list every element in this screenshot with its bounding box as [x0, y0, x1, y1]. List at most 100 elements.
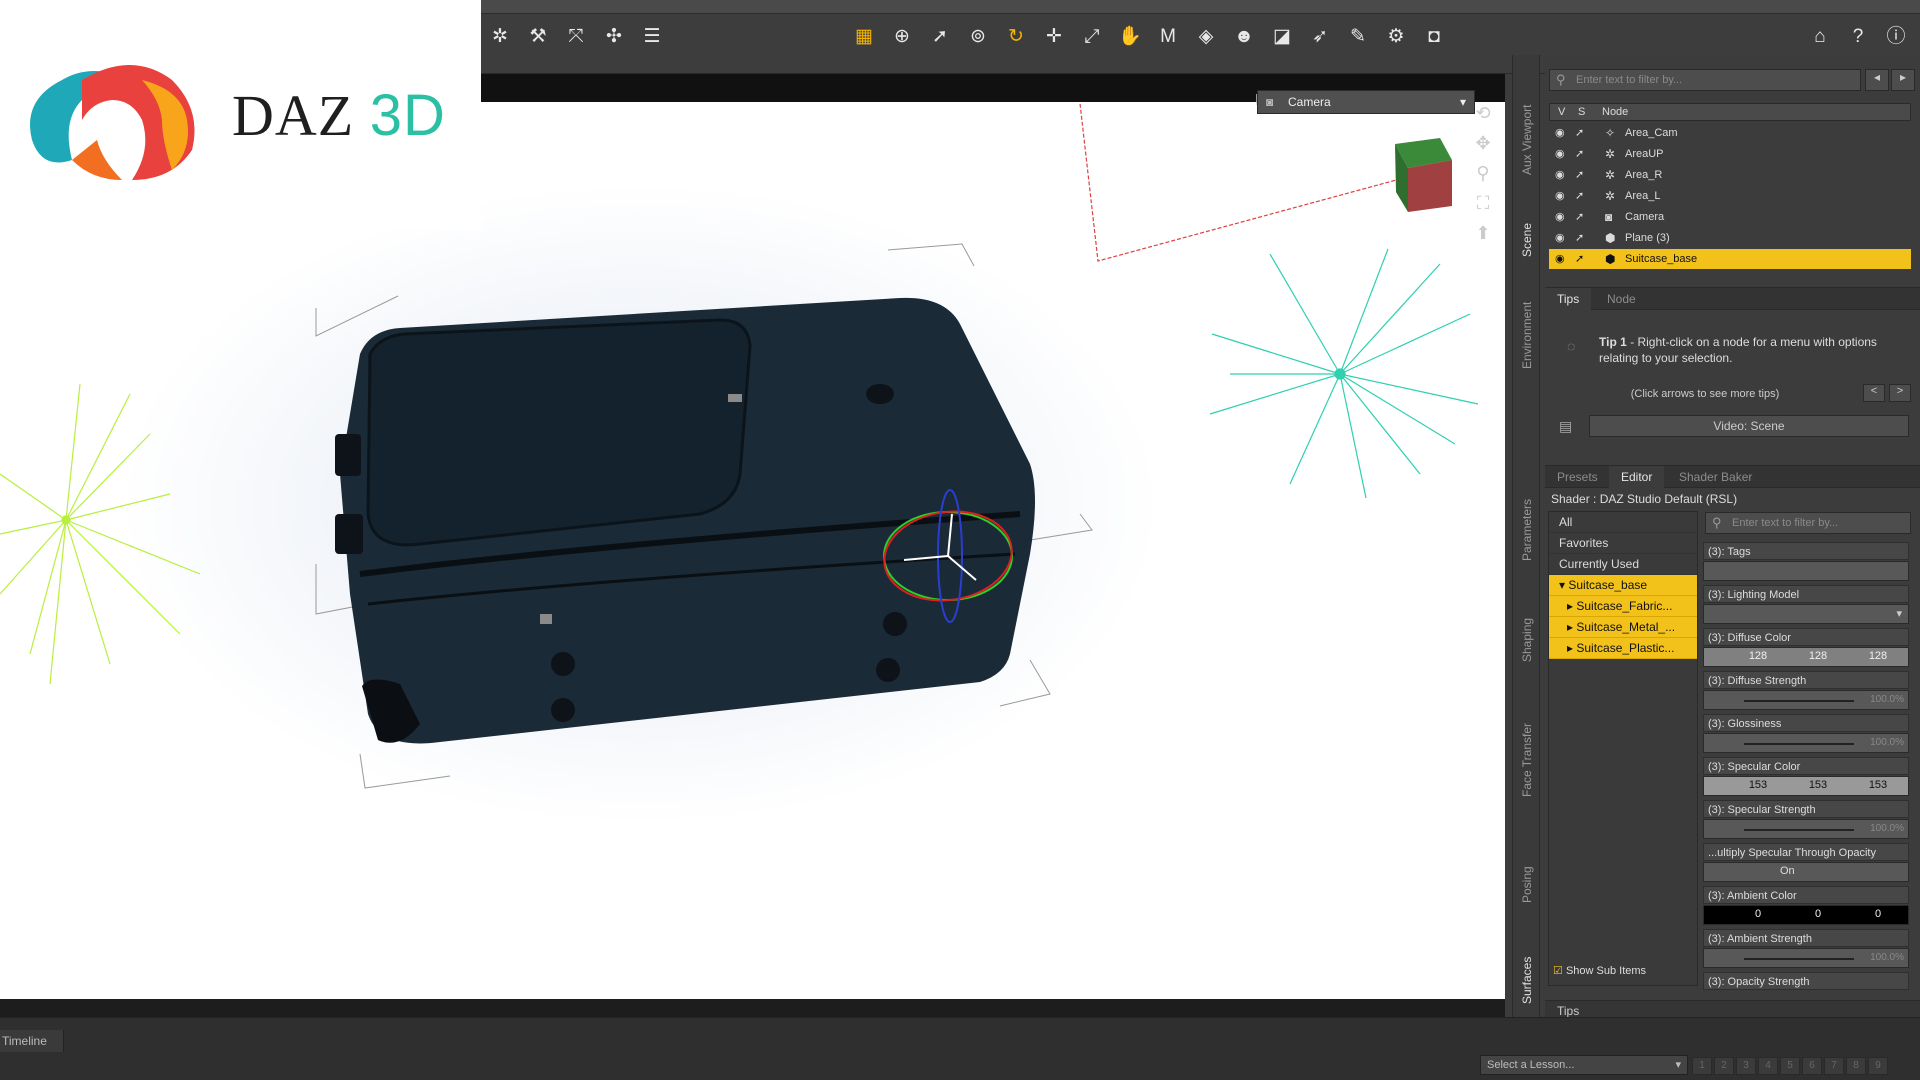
scene-node-area-cam[interactable]: ◉ ➚ ✧ Area_Cam	[1549, 123, 1911, 143]
page-button[interactable]: 2	[1714, 1057, 1734, 1075]
select-arrow-icon[interactable]: ➚	[1575, 228, 1584, 248]
tip-prev-button[interactable]: <	[1863, 384, 1885, 402]
video-scene-button[interactable]: Video: Scene	[1589, 415, 1909, 437]
prop-tags[interactable]: (3): Tags	[1703, 542, 1909, 584]
multiply-specular-toggle[interactable]: On	[1703, 862, 1909, 882]
surface-filter-input[interactable]: ⚲ Enter text to filter by...	[1705, 512, 1911, 534]
glossiness-slider[interactable]: 100.0%	[1703, 733, 1909, 753]
eye-icon[interactable]: ◉	[1555, 186, 1565, 206]
scene-node-area-l[interactable]: ◉ ➚ ✲ Area_L	[1549, 186, 1911, 206]
zoom-icon[interactable]: ⚲	[1470, 160, 1496, 186]
tab-tips[interactable]: Tips	[1545, 288, 1592, 310]
tab-environment[interactable]: Environment	[1515, 285, 1539, 385]
scale-icon[interactable]: ⤢	[1078, 24, 1106, 50]
spot-render-icon[interactable]: ➶	[1306, 24, 1334, 50]
tree-favorites[interactable]: Favorites	[1549, 533, 1697, 554]
prop-specular-strength[interactable]: (3): Specular Strength 100.0%	[1703, 800, 1909, 842]
specular-color-field[interactable]: 153 153 153	[1703, 776, 1909, 796]
prop-lighting-model[interactable]: (3): Lighting Model ▾	[1703, 585, 1909, 627]
tab-scene[interactable]: Scene	[1515, 195, 1539, 285]
page-button[interactable]: 1	[1692, 1057, 1712, 1075]
page-button[interactable]: 3	[1736, 1057, 1756, 1075]
diffuse-color-field[interactable]: 128 128 128	[1703, 647, 1909, 667]
slider-track[interactable]	[1744, 743, 1854, 745]
expand-icon[interactable]: ▸	[1567, 641, 1576, 655]
eye-icon[interactable]: ◉	[1555, 207, 1565, 227]
page-button[interactable]: 5	[1780, 1057, 1800, 1075]
tab-node[interactable]: Node	[1595, 288, 1648, 310]
prop-ambient-strength[interactable]: (3): Ambient Strength 100.0%	[1703, 929, 1909, 971]
eye-icon[interactable]: ◉	[1555, 228, 1565, 248]
camera-tool-icon[interactable]: ◪	[1268, 24, 1296, 50]
figure-icon[interactable]: ☻	[1230, 24, 1258, 50]
rotate-icon[interactable]: ↻	[1002, 24, 1030, 50]
slider-track[interactable]	[1744, 700, 1854, 702]
suitcase-model[interactable]	[335, 297, 1035, 744]
align-icon[interactable]: ☰	[638, 24, 666, 50]
eye-icon[interactable]: ◉	[1555, 249, 1565, 269]
shader-brush-icon[interactable]: ✎	[1344, 24, 1372, 50]
prop-specular-color[interactable]: (3): Specular Color 153 153 153	[1703, 757, 1909, 799]
expand-icon[interactable]: ▾	[1559, 578, 1568, 592]
lesson-select[interactable]: Select a Lesson... ▾	[1480, 1055, 1688, 1075]
tab-shaping[interactable]: Shaping	[1515, 595, 1539, 685]
node-weight-icon[interactable]: ⤧	[562, 24, 590, 50]
prop-ambient-color[interactable]: (3): Ambient Color 0 0 0	[1703, 886, 1909, 928]
frame-icon[interactable]: ⛶	[1470, 190, 1496, 216]
ambient-strength-slider[interactable]: 100.0%	[1703, 948, 1909, 968]
slider-track[interactable]	[1744, 829, 1854, 831]
render-settings-tool-icon[interactable]: ⚙	[1382, 24, 1410, 50]
prop-diffuse-color[interactable]: (3): Diffuse Color 128 128 128	[1703, 628, 1909, 670]
select-arrow-icon[interactable]: ➚	[1575, 207, 1584, 227]
page-button[interactable]: 8	[1846, 1057, 1866, 1075]
camera-select[interactable]: ◙ Camera ▾	[1257, 90, 1475, 114]
select-arrow-icon[interactable]: ➚	[1575, 186, 1584, 206]
filter-next-button[interactable]: ▸	[1891, 69, 1915, 91]
page-button[interactable]: 6	[1802, 1057, 1822, 1075]
select-arrow-icon[interactable]: ➚	[1575, 144, 1584, 164]
page-button[interactable]: 7	[1824, 1057, 1844, 1075]
select-arrow-icon[interactable]: ➚	[1575, 165, 1584, 185]
select-arrow-icon[interactable]: ➚	[1575, 123, 1584, 143]
prop-glossiness[interactable]: (3): Glossiness 100.0%	[1703, 714, 1909, 756]
geometry-editor-icon[interactable]: ✣	[600, 24, 628, 50]
tab-shader-baker[interactable]: Shader Baker	[1667, 466, 1764, 488]
tags-field[interactable]	[1703, 561, 1909, 581]
ambient-color-field[interactable]: 0 0 0	[1703, 905, 1909, 925]
page-button[interactable]: 4	[1758, 1057, 1778, 1075]
checkbox-checked-icon[interactable]: ☑	[1553, 965, 1563, 977]
show-sub-items[interactable]: ☑ Show Sub Items	[1553, 964, 1646, 977]
orbit-icon[interactable]: ⟲	[1470, 100, 1496, 126]
grid-tool-icon[interactable]: ▦	[850, 24, 878, 50]
render-icon[interactable]: ◘	[1420, 24, 1448, 50]
node-selection-icon[interactable]: ➚	[926, 24, 954, 50]
tab-face-transfer[interactable]: Face Transfer	[1515, 695, 1539, 825]
eye-icon[interactable]: ◉	[1555, 144, 1565, 164]
eye-icon[interactable]: ◉	[1555, 123, 1565, 143]
tab-editor[interactable]: Editor	[1609, 466, 1665, 488]
diffuse-strength-slider[interactable]: 100.0%	[1703, 690, 1909, 710]
col-node[interactable]: Node	[1602, 106, 1628, 118]
home-icon[interactable]: ⌂	[1806, 24, 1834, 50]
universal-manipulator-icon[interactable]: ⊕	[888, 24, 916, 50]
tree-suitcase-plastic[interactable]: ▸ Suitcase_Plastic...	[1549, 638, 1697, 659]
select-arrow-icon[interactable]: ➚	[1575, 249, 1584, 269]
specular-strength-slider[interactable]: 100.0%	[1703, 819, 1909, 839]
universal-tool-icon[interactable]: ✲	[486, 24, 514, 50]
prop-multiply-specular[interactable]: ...ultiply Specular Through Opacity On	[1703, 843, 1909, 885]
area-light-right[interactable]	[1209, 248, 1479, 499]
tab-posing[interactable]: Posing	[1515, 835, 1539, 935]
tree-all[interactable]: All	[1549, 512, 1697, 533]
tab-aux-viewport[interactable]: Aux Viewport	[1515, 95, 1539, 185]
tree-currently-used[interactable]: Currently Used	[1549, 554, 1697, 575]
help-icon[interactable]: ⓘ	[1882, 24, 1910, 50]
tab-parameters[interactable]: Parameters	[1515, 485, 1539, 575]
translate-icon[interactable]: ✛	[1040, 24, 1068, 50]
surface-selection-icon[interactable]: ⊚	[964, 24, 992, 50]
page-button[interactable]: 9	[1868, 1057, 1888, 1075]
filter-prev-button[interactable]: ◂	[1865, 69, 1889, 91]
tab-surfaces[interactable]: Surfaces	[1515, 935, 1539, 1025]
scene-node-areaup[interactable]: ◉ ➚ ✲ AreaUP	[1549, 144, 1911, 164]
scene-node-camera[interactable]: ◉ ➚ ◙ Camera	[1549, 207, 1911, 227]
tree-suitcase-base[interactable]: ▾ Suitcase_base	[1549, 575, 1697, 596]
